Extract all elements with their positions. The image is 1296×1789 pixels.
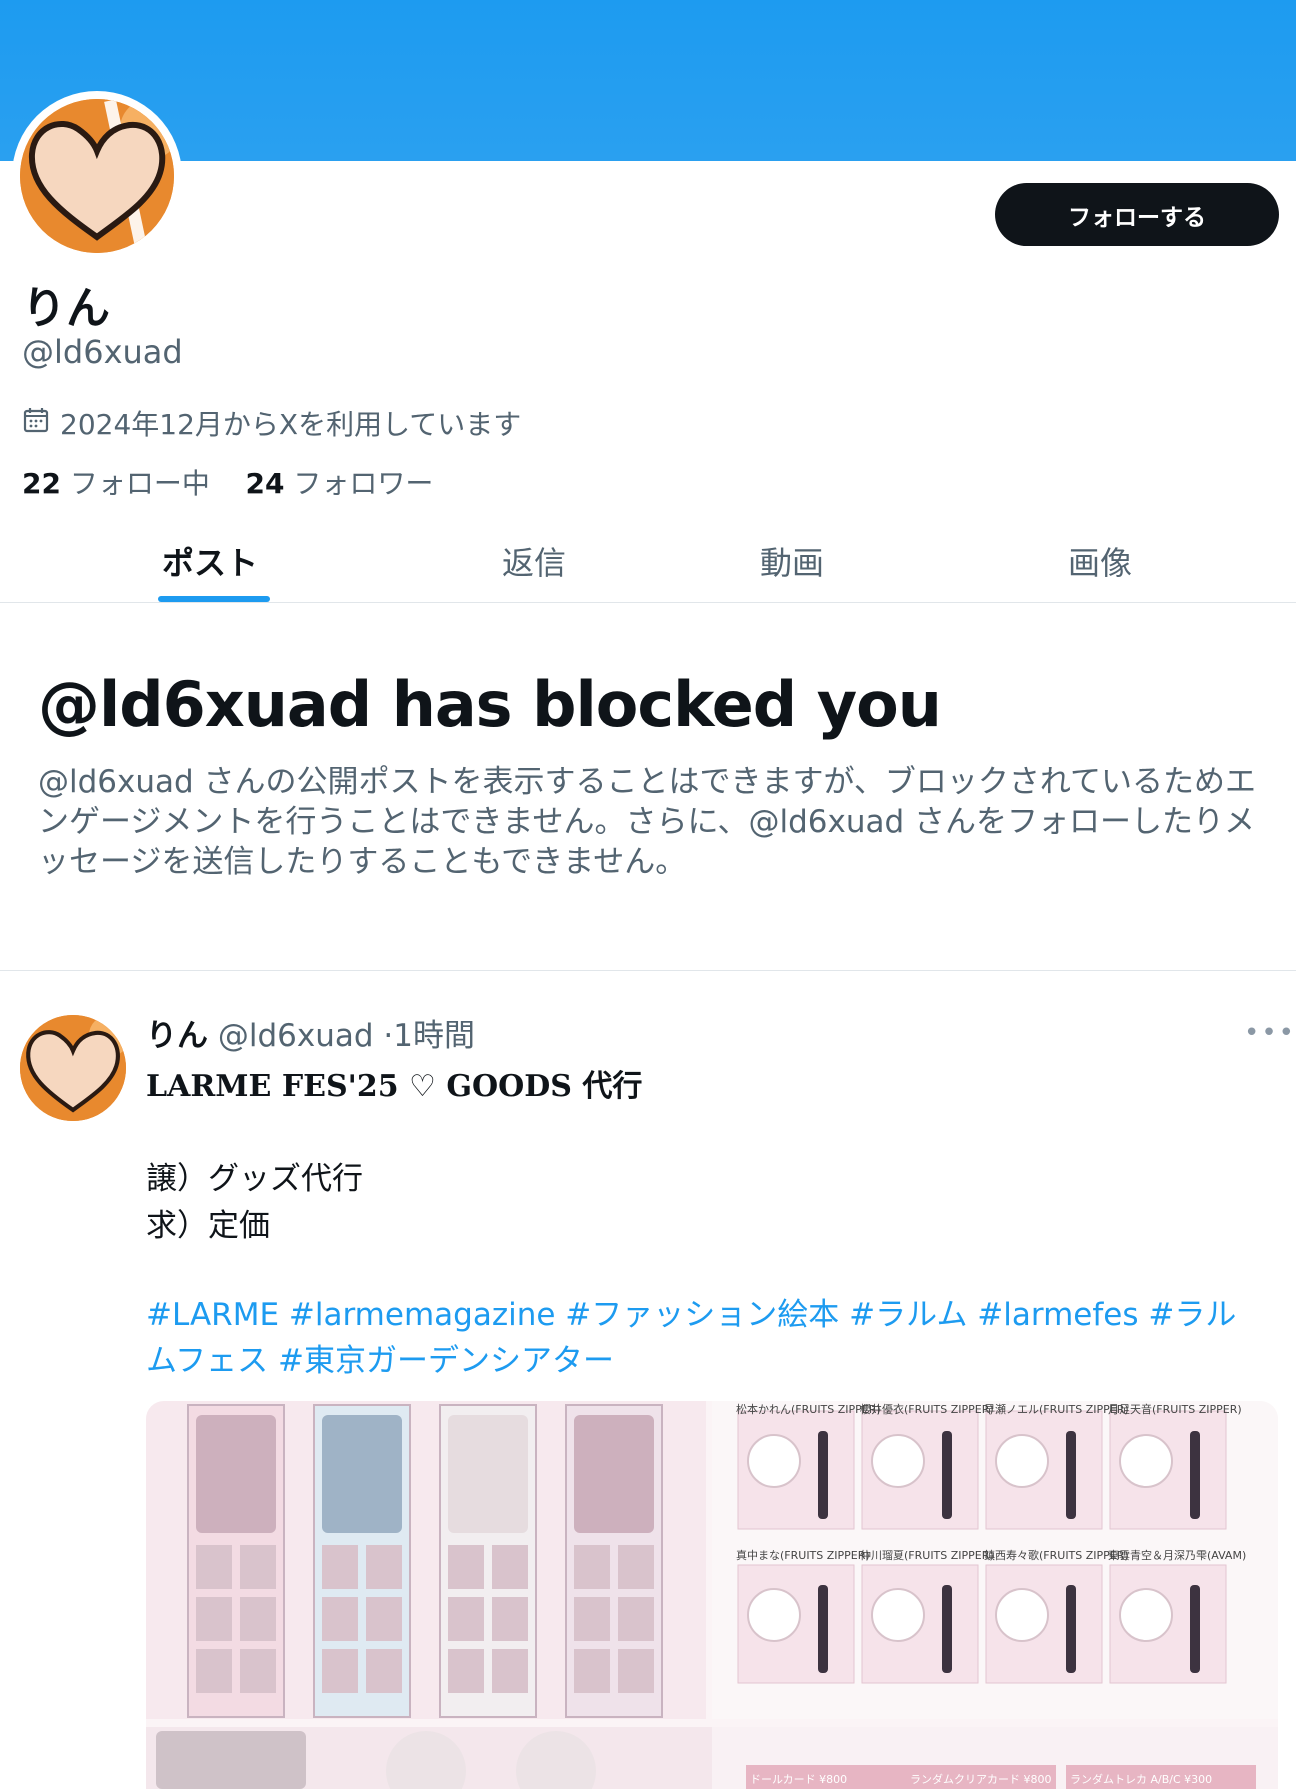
acrylic-label: 櫻井優衣(FRUITS ZIPPER) [860,1403,994,1416]
price-label: ランダムクリアカード ¥800 [910,1773,1052,1786]
section-divider [0,970,1296,971]
tab-videos[interactable]: 動画 [672,520,912,602]
joined-date: 2024年12月からXを利用しています [22,403,521,443]
tab-label: 画像 [1067,544,1132,582]
joined-text: 2024年12月からXを利用しています [60,408,522,441]
tab-posts[interactable]: ポスト [90,520,330,602]
post-hashtags[interactable]: #LARME #larmemagazine #ファッション絵本 #ラルム #la… [146,1292,1266,1384]
price-label: ランダムトレカ A/B/C ¥300 [1070,1773,1213,1786]
post-time[interactable]: 1時間 [393,1018,475,1054]
post-media[interactable]: 松本かれん(FRUITS ZIPPER) 櫻井優衣(FRUITS ZIPPER)… [146,1401,1278,1789]
acrylic-label: 早瀬ノエル(FRUITS ZIPPER) [984,1403,1129,1416]
goods-image [146,1401,1278,1789]
post-header: りん @ld6xuad ·1時間 [146,1010,475,1055]
follow-counts: 22 フォロー中 24 フォロワー [22,462,433,502]
calendar-icon [22,406,50,441]
following-link[interactable]: 22 フォロー中 [22,467,210,500]
acrylic-label: 月足天音(FRUITS ZIPPER) [1108,1403,1242,1416]
more-options-icon[interactable]: ••• [1244,1018,1296,1048]
profile-name: りん [22,283,110,334]
acrylic-label: 東雲青空＆月深乃雫(AVAM) [1108,1549,1247,1562]
followers-link[interactable]: 24 フォロワー [246,467,434,500]
tab-images[interactable]: 画像 [980,520,1220,602]
followers-count: 24 [245,467,285,500]
follow-button[interactable]: フォローする [995,183,1279,246]
acrylic-label: 真中まな(FRUITS ZIPPER) [736,1549,870,1562]
post-line: 求）定価 [146,1208,270,1244]
post-title: LARME FES'25 ♡ GOODS 代行 [146,1069,643,1104]
post-author-handle[interactable]: @ld6xuad [218,1018,374,1054]
profile-handle: @ld6xuad [22,333,183,371]
tab-label: 動画 [759,544,824,582]
profile-avatar[interactable] [20,99,174,253]
acrylic-label: 鎮西寿々歌(FRUITS ZIPPER) [984,1549,1129,1562]
blocked-description: @ld6xuad さんの公開ポストを表示することはできますが、ブロックされている… [38,764,1256,880]
profile-tabs: ポスト 返信 動画 画像 [0,520,1296,603]
tab-label: ポスト [161,544,258,582]
tab-replies[interactable]: 返信 [414,520,654,602]
active-tab-indicator [158,596,270,602]
blocked-title: @ld6xuad has blocked you [38,668,942,741]
profile-banner[interactable] [0,0,1296,161]
dot-separator: · [383,1018,394,1054]
post-line: 譲）グッズ代行 [146,1161,363,1197]
post-author-name[interactable]: りん [146,1018,208,1054]
tab-label: 返信 [501,544,566,582]
followers-label: フォロワー [293,467,434,500]
acrylic-label: 仲川瑠夏(FRUITS ZIPPER) [860,1549,994,1562]
following-label: フォロー中 [69,467,210,500]
price-label: ドールカード ¥800 [750,1773,848,1786]
following-count: 22 [22,467,61,500]
acrylic-label: 松本かれん(FRUITS ZIPPER) [736,1403,881,1416]
post-avatar[interactable] [20,1015,126,1121]
